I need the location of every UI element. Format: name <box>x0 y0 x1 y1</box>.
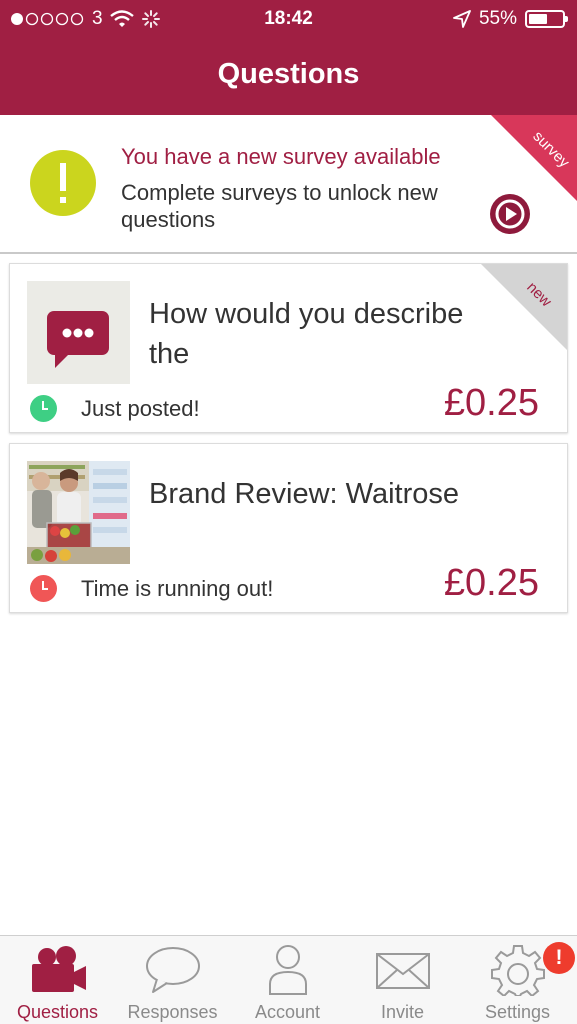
question-title: How would you describe the <box>149 298 464 370</box>
location-arrow-icon <box>453 10 471 28</box>
battery-tip <box>565 16 568 22</box>
status-right: 55% <box>453 8 568 30</box>
status-text: Just posted! <box>81 395 200 421</box>
question-status: Just posted! <box>30 395 200 422</box>
status-bar: 3 18:42 55% <box>0 0 577 38</box>
battery-percent: 55% <box>478 8 517 29</box>
reward-price: £0.25 <box>443 382 539 424</box>
tab-questions[interactable]: Questions <box>0 936 115 1024</box>
tab-label: Responses <box>127 1002 218 1022</box>
page-title: Questions <box>217 58 360 90</box>
app-header: 3 18:42 55% Questions <box>0 0 577 115</box>
question-card[interactable]: How would you describe the Just posted! … <box>9 263 568 433</box>
shopping-photo <box>27 461 130 564</box>
tab-settings[interactable]: ! Settings <box>460 936 575 1024</box>
question-status: Time is running out! <box>30 575 273 602</box>
tab-account[interactable]: Account <box>230 936 345 1024</box>
tab-label: Account <box>254 1002 321 1022</box>
clock-icon <box>30 395 57 422</box>
clock-icon <box>30 575 57 602</box>
survey-banner-title: You have a new survey available <box>121 144 441 169</box>
play-button[interactable] <box>489 193 531 235</box>
tab-bar: Questions Responses Account Invite ! Set… <box>0 935 577 1024</box>
gear-icon <box>491 945 545 996</box>
reward-price: £0.25 <box>443 562 539 604</box>
status-text: Time is running out! <box>81 575 274 601</box>
camera-icon <box>32 946 86 992</box>
tab-label: Invite <box>380 1002 425 1022</box>
battery-level <box>529 14 547 24</box>
survey-ribbon: survey <box>491 115 577 201</box>
question-title: Brand Review: Waitrose <box>149 478 459 510</box>
survey-banner-text: Complete surveys to unlock new questions <box>121 180 438 232</box>
tab-responses[interactable]: Responses <box>115 936 230 1024</box>
battery-icon <box>525 10 568 28</box>
tab-label: Settings <box>484 1002 551 1022</box>
new-ribbon: new <box>481 264 567 350</box>
exclamation-icon <box>30 150 96 216</box>
notification-badge: ! <box>543 942 575 974</box>
chat-bubble-icon <box>27 281 130 384</box>
tab-invite[interactable]: Invite <box>345 936 460 1024</box>
person-icon <box>269 945 307 995</box>
tab-label: Questions <box>16 1002 99 1022</box>
question-card[interactable]: Brand Review: Waitrose Time is running o… <box>9 443 568 613</box>
envelope-icon <box>376 953 430 989</box>
speech-bubble-icon <box>146 947 200 993</box>
